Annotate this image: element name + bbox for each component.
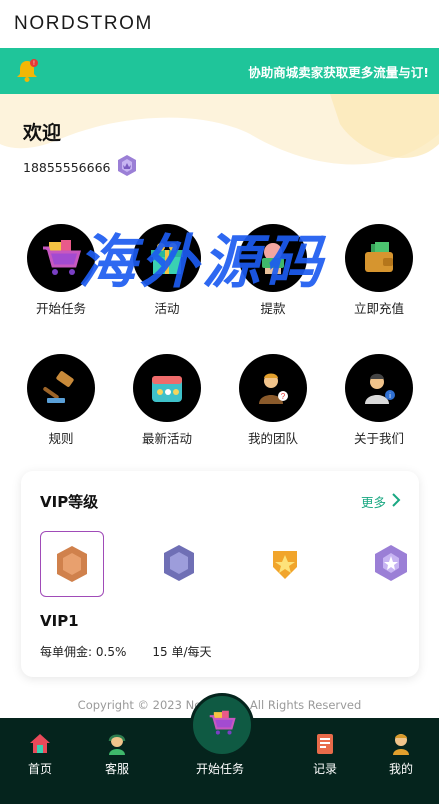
tab-label: 记录 <box>312 762 337 776</box>
grid-item-label: 提款 <box>260 301 286 316</box>
tab-records[interactable]: 记录 <box>290 732 360 777</box>
vip-card: VIP等级 更多 VIP1 每单佣金: 0.5% 15 单/每天 <box>21 471 419 677</box>
orders-info: 15 单/每天 <box>152 643 211 660</box>
tab-service[interactable]: 客服 <box>82 732 152 777</box>
shopping-cart-icon <box>207 709 237 741</box>
bell-icon: ! <box>14 58 40 84</box>
top-bar: NORDSTROM <box>0 0 439 48</box>
grid-item-rules[interactable]: 规则 <box>8 354 114 447</box>
tab-label: 首页 <box>27 762 52 776</box>
grid-item-label: 立即充值 <box>353 301 404 316</box>
grid-item-label: 关于我们 <box>353 431 404 446</box>
orders-unit: 单/每天 <box>171 645 212 659</box>
commission-label: 每单佣金: <box>40 645 93 659</box>
user-info: 18855556666 <box>23 154 138 180</box>
tab-label: 客服 <box>104 762 129 776</box>
profile-icon <box>389 732 413 756</box>
vip1-badge-icon[interactable] <box>40 531 104 597</box>
home-icon <box>28 732 52 756</box>
grid-item-label: 我的团队 <box>247 431 298 446</box>
vip4-badge-icon[interactable] <box>360 531 422 595</box>
grid-item-label: 规则 <box>48 431 74 446</box>
vip-level-name: VIP1 <box>40 612 79 630</box>
svg-text:?: ? <box>281 392 286 401</box>
customer-service-icon <box>105 732 129 756</box>
vip-more-link[interactable]: 更多 <box>361 492 401 511</box>
tab-home[interactable]: 首页 <box>5 732 75 777</box>
announcement-banner[interactable]: ! 协助商城卖家获取更多流量与订! <box>0 48 439 94</box>
quick-actions-row-2: 规则 最新活动 ? 我的团队 i 关于我们 <box>0 354 439 447</box>
phone-number: 18855556666 <box>23 159 111 175</box>
team-icon: ? <box>239 354 307 422</box>
grid-item-latest-activity[interactable]: 最新活动 <box>114 354 220 447</box>
vip-stats: 每单佣金: 0.5% 15 单/每天 <box>40 643 212 660</box>
brand-logo: NORDSTROM <box>14 13 153 34</box>
gavel-icon <box>27 354 95 422</box>
vip-more-label: 更多 <box>360 495 386 510</box>
watermark-text: 海外源码 <box>78 228 327 296</box>
vip-badges <box>40 531 439 597</box>
chevron-right-icon <box>391 493 401 510</box>
grid-item-about-us[interactable]: i 关于我们 <box>326 354 432 447</box>
vip-badge-icon <box>116 154 138 181</box>
records-icon <box>313 732 337 756</box>
grid-item-my-team[interactable]: ? 我的团队 <box>220 354 326 447</box>
commission-value: 0.5% <box>95 645 127 659</box>
start-task-tab-label[interactable]: 开始任务 <box>180 760 260 777</box>
tab-label: 我的 <box>388 762 413 776</box>
welcome-title: 欢迎 <box>23 122 62 144</box>
start-task-center-button[interactable] <box>190 693 254 757</box>
announcement-text: 协助商城卖家获取更多流量与订! <box>248 65 429 80</box>
orders-value: 15 <box>152 645 168 659</box>
vip-card-title: VIP等级 <box>40 493 99 511</box>
vip3-badge-icon[interactable] <box>254 531 316 595</box>
about-icon: i <box>345 354 413 422</box>
calendar-icon <box>133 354 201 422</box>
grid-item-label: 活动 <box>154 301 180 316</box>
commission-info: 每单佣金: 0.5% <box>40 643 126 660</box>
tab-mine[interactable]: 我的 <box>366 732 436 777</box>
grid-item-label: 开始任务 <box>35 301 86 316</box>
grid-item-label: 最新活动 <box>141 431 192 446</box>
vip2-badge-icon[interactable] <box>148 531 210 595</box>
